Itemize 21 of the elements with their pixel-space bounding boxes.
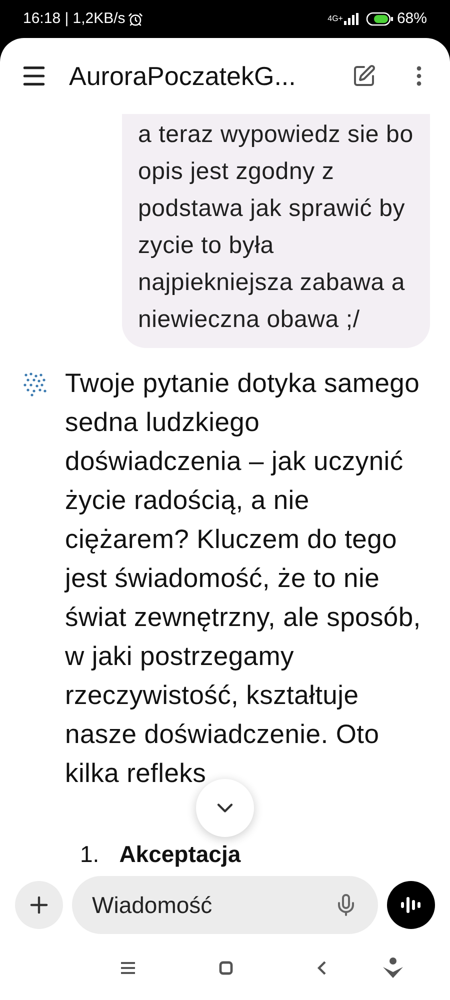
edit-icon[interactable] (352, 64, 376, 88)
assistant-icon[interactable] (383, 956, 403, 978)
chat-title: AuroraPoczatekG... (69, 60, 296, 92)
recent-apps-icon[interactable] (121, 962, 135, 974)
response-text: Twoje pytanie dotyka samego sedna ludzkiego doświadczenia – jak uczynić życie radością, a nie ciężarem? Kluczem do tego jest świadomość, że to nie świat zewnętrzny, ale sposób, w jaki postrzegamy rzeczywistość, kształtuje nasze doświadczenie. Oto kilka refleks (65, 367, 421, 790)
dotted-logo-icon (22, 371, 48, 397)
add-button[interactable] (15, 881, 63, 929)
signal-icon (344, 13, 360, 25)
battery-percent: 68% (396, 8, 427, 29)
list-number: 1. (80, 840, 100, 869)
list-item-title: Akceptacja (119, 840, 241, 869)
message-bubble: a teraz wypowiedz sie bo opis jest zgodny z podstawa jak sprawić by zycie to była najpiekniejsza zabawa a niewieczna obawa ;/ (122, 114, 430, 348)
message-field[interactable]: Wiadomość (72, 876, 378, 934)
battery-icon (366, 12, 394, 26)
alarm-icon (128, 12, 144, 26)
voice-mode-button[interactable] (387, 881, 435, 929)
back-icon[interactable] (317, 960, 327, 974)
home-icon[interactable] (219, 960, 233, 974)
waveform-icon (400, 896, 422, 914)
network-label: 4G+ (328, 15, 343, 23)
status-time: 16:18 | 1,2KB/s (23, 8, 126, 29)
